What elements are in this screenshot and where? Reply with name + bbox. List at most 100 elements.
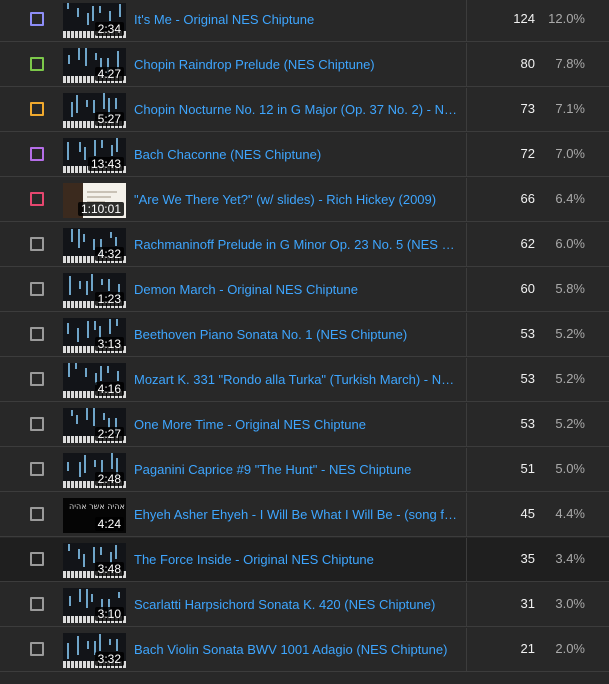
duration-badge: 3:13 (94, 337, 124, 351)
video-title-link[interactable]: Beethoven Piano Sonata No. 1 (NES Chiptu… (134, 327, 460, 343)
duration-badge: 13:43 (87, 157, 124, 171)
table-row[interactable]: 1:23 Demon March - Original NES Chiptune 6… (0, 268, 609, 312)
column-divider (466, 538, 467, 581)
duration-badge: 4:27 (94, 67, 124, 81)
duration-badge: 4:24 (94, 517, 124, 531)
row-checkbox[interactable] (30, 12, 44, 26)
column-divider (466, 223, 467, 266)
views-percentage: 7.0% (555, 146, 585, 161)
video-title-link[interactable]: Bach Chaconne (NES Chiptune) (134, 147, 460, 163)
table-row[interactable]: 2:34 It's Me - Original NES Chiptune 124 12… (0, 0, 609, 42)
video-title-link[interactable]: Chopin Raindrop Prelude (NES Chiptune) (134, 57, 460, 73)
table-row[interactable]: 2:27 One More Time - Original NES Chiptun… (0, 403, 609, 447)
views-value: 35 (520, 551, 535, 566)
table-row[interactable]: 3:10 Scarlatti Harpsichord Sonata K. 420 … (0, 583, 609, 627)
duration-badge: 4:32 (94, 247, 124, 261)
views-value: 72 (520, 146, 535, 161)
column-divider (466, 448, 467, 491)
video-thumbnail[interactable]: 3:10 (63, 588, 126, 623)
row-checkbox[interactable] (30, 642, 44, 656)
video-title-link[interactable]: The Force Inside - Original NES Chiptune (134, 552, 460, 568)
row-checkbox[interactable] (30, 327, 44, 341)
video-title-link[interactable]: "Are We There Yet?" (w/ slides) - Rich H… (134, 192, 460, 208)
views-value: 124 (513, 11, 535, 26)
views-percentage: 12.0% (548, 11, 585, 26)
video-thumbnail[interactable]: 4:27 (63, 48, 126, 83)
views-percentage: 3.0% (555, 596, 585, 611)
row-checkbox[interactable] (30, 237, 44, 251)
table-row[interactable]: 3:13 Beethoven Piano Sonata No. 1 (NES Ch… (0, 313, 609, 357)
duration-badge: 1:10:01 (77, 202, 124, 216)
views-percentage: 7.1% (555, 101, 585, 116)
table-row[interactable]: 4:16 Mozart K. 331 "Rondo alla Turka" (Tu… (0, 358, 609, 402)
video-title-link[interactable]: Chopin Nocturne No. 12 in G Major (Op. 3… (134, 102, 460, 118)
video-thumbnail[interactable]: 3:48 (63, 543, 126, 578)
column-divider (466, 133, 467, 176)
video-thumbnail[interactable]: 3:32 (63, 633, 126, 668)
row-checkbox[interactable] (30, 192, 44, 206)
column-divider (466, 493, 467, 536)
duration-badge: 2:48 (94, 472, 124, 486)
row-checkbox[interactable] (30, 507, 44, 521)
views-percentage: 5.2% (555, 416, 585, 431)
views-value: 60 (520, 281, 535, 296)
row-checkbox[interactable] (30, 147, 44, 161)
column-divider (466, 0, 467, 41)
row-checkbox[interactable] (30, 282, 44, 296)
video-thumbnail[interactable]: 4:16 (63, 363, 126, 398)
video-thumbnail[interactable]: 2:34 (63, 3, 126, 38)
views-value: 53 (520, 371, 535, 386)
table-row[interactable]: 2:48 Paganini Caprice #9 "The Hunt" - NES… (0, 448, 609, 492)
video-title-link[interactable]: Rachmaninoff Prelude in G Minor Op. 23 N… (134, 237, 460, 253)
video-thumbnail[interactable]: אהיה אשר אהיה 4:24 (63, 498, 126, 533)
table-row[interactable]: 13:43 Bach Chaconne (NES Chiptune) 72 7.0% (0, 133, 609, 177)
table-row[interactable]: אהיה אשר אהיה 4:24 Ehyeh Asher Ehyeh - I W… (0, 493, 609, 537)
row-checkbox[interactable] (30, 102, 44, 116)
video-thumbnail[interactable]: 4:32 (63, 228, 126, 263)
duration-badge: 1:23 (94, 292, 124, 306)
views-value: 21 (520, 641, 535, 656)
views-percentage: 6.4% (555, 191, 585, 206)
video-thumbnail[interactable]: 2:48 (63, 453, 126, 488)
video-thumbnail[interactable]: 13:43 (63, 138, 126, 173)
video-title-link[interactable]: Demon March - Original NES Chiptune (134, 282, 460, 298)
video-title-link[interactable]: Paganini Caprice #9 "The Hunt" - NES Chi… (134, 462, 460, 478)
table-row[interactable]: 5:27 Chopin Nocturne No. 12 in G Major (O… (0, 88, 609, 132)
video-title-link[interactable]: Mozart K. 331 "Rondo alla Turka" (Turkis… (134, 372, 460, 388)
video-thumbnail[interactable]: 2:27 (63, 408, 126, 443)
views-value: 53 (520, 416, 535, 431)
row-checkbox[interactable] (30, 552, 44, 566)
views-value: 31 (520, 596, 535, 611)
video-title-link[interactable]: Scarlatti Harpsichord Sonata K. 420 (NES… (134, 597, 460, 613)
video-title-link[interactable]: One More Time - Original NES Chiptune (134, 417, 460, 433)
duration-badge: 5:27 (94, 112, 124, 126)
views-value: 80 (520, 56, 535, 71)
table-row[interactable]: 4:32 Rachmaninoff Prelude in G Minor Op. … (0, 223, 609, 267)
views-value: 51 (520, 461, 535, 476)
row-checkbox[interactable] (30, 462, 44, 476)
video-title-link[interactable]: Ehyeh Asher Ehyeh - I Will Be What I Wil… (134, 507, 460, 523)
table-row[interactable]: 1:10:01 "Are We There Yet?" (w/ slides) -… (0, 178, 609, 222)
row-checkbox[interactable] (30, 57, 44, 71)
views-value: 53 (520, 326, 535, 341)
views-percentage: 7.8% (555, 56, 585, 71)
duration-badge: 3:32 (94, 652, 124, 666)
video-title-link[interactable]: Bach Violin Sonata BWV 1001 Adagio (NES … (134, 642, 460, 658)
table-row[interactable]: 4:27 Chopin Raindrop Prelude (NES Chiptun… (0, 43, 609, 87)
views-percentage: 5.8% (555, 281, 585, 296)
column-divider (466, 313, 467, 356)
video-thumbnail[interactable]: 3:13 (63, 318, 126, 353)
video-thumbnail[interactable]: 1:23 (63, 273, 126, 308)
table-row[interactable]: 3:48 The Force Inside - Original NES Chip… (0, 538, 609, 582)
views-percentage: 5.2% (555, 371, 585, 386)
views-value: 45 (520, 506, 535, 521)
video-thumbnail[interactable]: 1:10:01 (63, 183, 126, 218)
video-title-link[interactable]: It's Me - Original NES Chiptune (134, 12, 460, 28)
row-checkbox[interactable] (30, 417, 44, 431)
duration-badge: 3:10 (94, 607, 124, 621)
video-thumbnail[interactable]: 5:27 (63, 93, 126, 128)
table-row[interactable]: 3:32 Bach Violin Sonata BWV 1001 Adagio (… (0, 628, 609, 672)
column-divider (466, 403, 467, 446)
row-checkbox[interactable] (30, 372, 44, 386)
row-checkbox[interactable] (30, 597, 44, 611)
